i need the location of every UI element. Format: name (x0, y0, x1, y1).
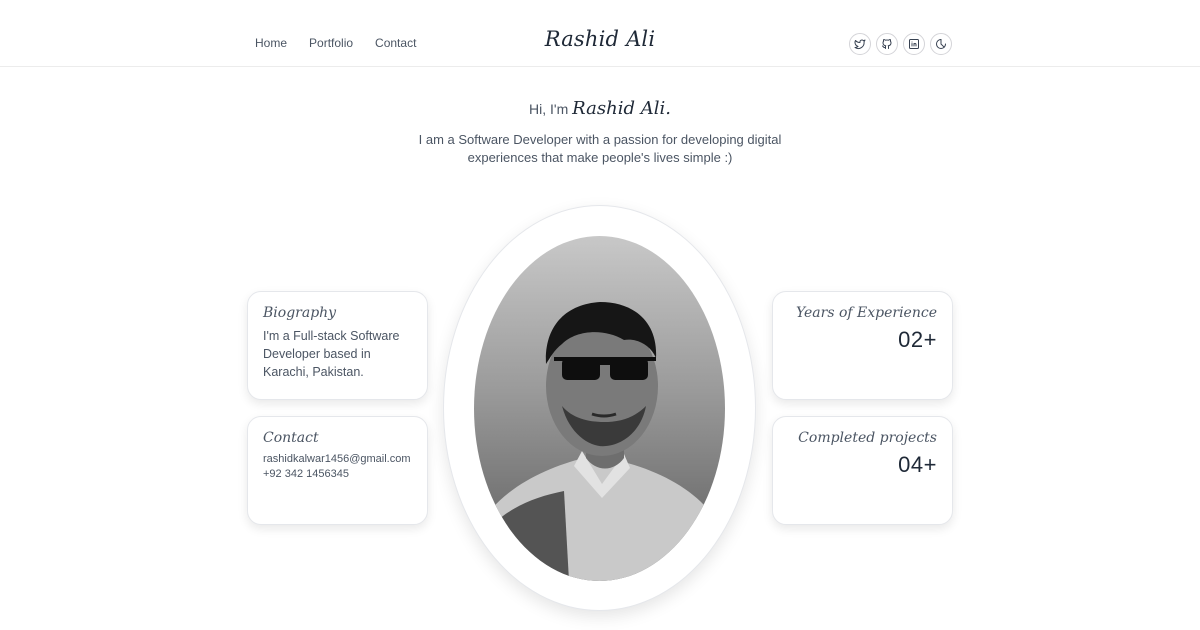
site-header: Home Portfolio Contact Rashid Ali (0, 0, 1200, 67)
twitter-icon (854, 39, 866, 49)
greeting-name: Rashid Ali. (572, 98, 671, 119)
experience-title: Years of Experience (795, 305, 937, 321)
theme-toggle-icon (936, 39, 946, 49)
hero-tagline: I am a Software Developer with a passion… (418, 132, 782, 165)
experience-card: Years of Experience 02+ (772, 291, 953, 400)
photo-sunglasses-right (610, 358, 648, 380)
contact-phone[interactable]: +92 342 1456345 (263, 467, 412, 482)
social-links (849, 33, 952, 55)
photo-sunglasses-bridge (598, 361, 612, 365)
github-button[interactable] (876, 33, 898, 55)
experience-value: 02+ (898, 327, 937, 352)
site-logo[interactable]: Rashid Ali (545, 27, 656, 51)
hero-greeting: Hi, I'm Rashid Ali. (0, 98, 1200, 119)
biography-title: Biography (263, 305, 337, 321)
nav-contact-link[interactable]: Contact (375, 36, 416, 50)
contact-title: Contact (263, 430, 319, 446)
photo-sunglasses-bar (554, 357, 656, 361)
main-nav: Home Portfolio Contact (255, 36, 416, 50)
github-icon (882, 39, 892, 49)
contact-email[interactable]: rashidkalwar1456@gmail.com (263, 452, 412, 467)
projects-value: 04+ (898, 452, 937, 477)
greeting-prefix: Hi, I'm (529, 101, 569, 117)
site-logo-wrapper: Rashid Ali (0, 27, 1200, 51)
projects-card: Completed projects 04+ (772, 416, 953, 525)
projects-title: Completed projects (798, 430, 937, 446)
photo-sunglasses-left (562, 358, 600, 380)
linkedin-button[interactable] (903, 33, 925, 55)
linkedin-icon (909, 39, 919, 49)
nav-home-link[interactable]: Home (255, 36, 287, 50)
twitter-button[interactable] (849, 33, 871, 55)
profile-photo (474, 236, 725, 581)
biography-text: I'm a Full-stack Software Developer base… (263, 329, 400, 379)
theme-toggle-button[interactable] (930, 33, 952, 55)
profile-photo-illustration (474, 302, 725, 581)
contact-card: Contact rashidkalwar1456@gmail.com +92 3… (247, 416, 428, 525)
nav-portfolio-link[interactable]: Portfolio (309, 36, 353, 50)
biography-card: Biography I'm a Full-stack Software Deve… (247, 291, 428, 400)
